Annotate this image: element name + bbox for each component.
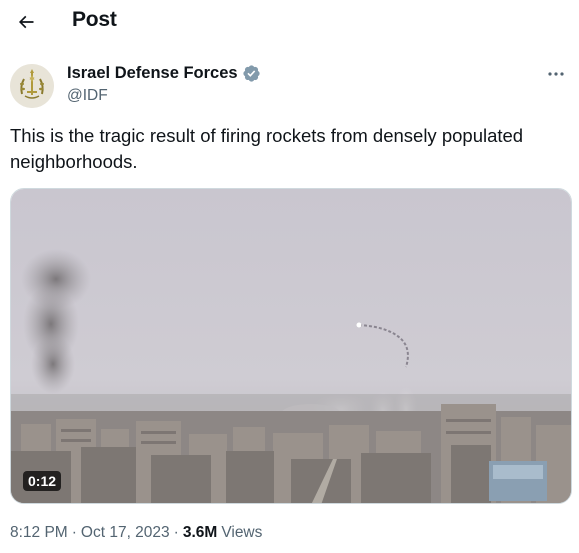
- back-button[interactable]: [8, 4, 44, 40]
- meta-separator: ·: [173, 524, 179, 541]
- avatar[interactable]: [10, 64, 54, 108]
- verified-badge-icon: [242, 64, 261, 83]
- tweet-text: This is the tragic result of firing rock…: [10, 125, 524, 172]
- arrow-left-icon: [18, 15, 34, 29]
- more-options-button[interactable]: [541, 62, 571, 86]
- views-label: Views: [221, 524, 263, 541]
- author-name-link[interactable]: Israel Defense Forces: [67, 64, 261, 83]
- meta-separator: ·: [71, 524, 77, 541]
- video-player[interactable]: 0:12: [10, 188, 572, 504]
- author-handle[interactable]: @IDF: [67, 87, 108, 105]
- post-time[interactable]: 8:12 PM: [10, 524, 68, 542]
- post-meta: 8:12 PM · Oct 17, 2023 · 3.6M Views: [10, 524, 262, 542]
- post-header: Post: [0, 0, 579, 44]
- idf-emblem-icon: [10, 64, 54, 108]
- more-dots-icon: [548, 72, 564, 76]
- video-thumbnail: [11, 189, 571, 503]
- views-count: 3.6M: [182, 524, 218, 541]
- page-title: Post: [72, 8, 117, 31]
- video-duration: 0:12: [23, 471, 62, 491]
- post-date[interactable]: Oct 17, 2023: [81, 524, 170, 542]
- author-name: Israel Defense Forces: [67, 64, 238, 82]
